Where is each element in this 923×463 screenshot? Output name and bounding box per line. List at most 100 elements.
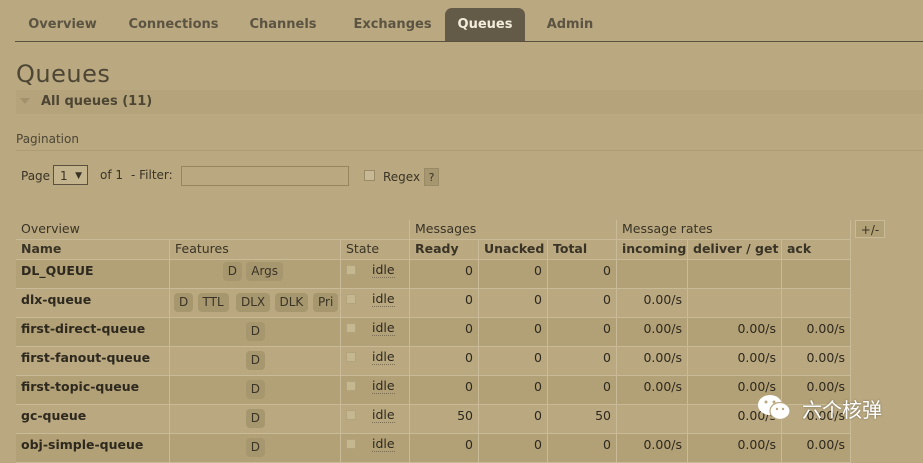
state-label: idle bbox=[372, 436, 395, 452]
dropdown-arrow-icon: ▼ bbox=[75, 171, 82, 181]
feature-badge[interactable]: Args bbox=[246, 262, 284, 281]
column-group-header: Messages bbox=[410, 220, 617, 240]
cell-incoming bbox=[617, 405, 688, 434]
feature-badge[interactable]: D bbox=[174, 293, 194, 312]
regex-label: Regex bbox=[383, 170, 421, 184]
cell-total: 0 bbox=[548, 347, 617, 376]
cell-incoming: 0.00/s bbox=[617, 289, 688, 318]
features-cell: D bbox=[170, 347, 341, 376]
feature-badge[interactable]: D bbox=[245, 409, 265, 428]
feature-badge[interactable]: DLX bbox=[236, 293, 271, 312]
state-indicator-icon bbox=[346, 352, 356, 362]
cell-ready: 0 bbox=[410, 318, 479, 347]
state-indicator-icon bbox=[346, 323, 356, 333]
cell-deliver bbox=[688, 260, 782, 289]
state-cell: idle bbox=[341, 376, 410, 405]
state-label: idle bbox=[372, 262, 395, 278]
cell-unacked: 0 bbox=[479, 376, 548, 405]
page-select-value: 1 bbox=[60, 169, 68, 183]
tab-connections[interactable]: Connections bbox=[121, 8, 226, 41]
cell-ready: 0 bbox=[410, 376, 479, 405]
feature-badge[interactable]: DLK bbox=[274, 293, 309, 312]
feature-badge[interactable]: D bbox=[245, 438, 265, 457]
queue-name-link[interactable]: first-fanout-queue bbox=[16, 347, 170, 376]
all-queues-section-header[interactable]: All queues (11) bbox=[16, 90, 923, 114]
feature-badge[interactable]: TTL bbox=[197, 293, 229, 312]
features-cell: D TTL DLX DLK Pri bbox=[170, 289, 341, 318]
queue-name-link[interactable]: dlx-queue bbox=[16, 289, 170, 318]
page-title: Queues bbox=[16, 60, 111, 88]
state-indicator-icon bbox=[346, 381, 356, 391]
queue-name-link[interactable]: first-topic-queue bbox=[16, 376, 170, 405]
cell-unacked: 0 bbox=[479, 347, 548, 376]
column-header-1[interactable]: Features bbox=[170, 240, 341, 260]
filter-label: - Filter: bbox=[131, 168, 173, 182]
features-cell: D bbox=[170, 376, 341, 405]
pagination-label: Pagination bbox=[16, 132, 79, 146]
tab-queues[interactable]: Queues bbox=[445, 8, 525, 41]
columns-toggle-button[interactable]: +/- bbox=[855, 220, 885, 238]
column-header-3[interactable]: Ready bbox=[410, 240, 479, 260]
column-header-2[interactable]: State bbox=[341, 240, 410, 260]
section-label: All queues (11) bbox=[41, 94, 153, 109]
column-header-0[interactable]: Name bbox=[16, 240, 170, 260]
column-header-6[interactable]: incoming bbox=[617, 240, 688, 260]
cell-ready: 0 bbox=[410, 289, 479, 318]
state-label: idle bbox=[372, 407, 395, 423]
cell-ready: 0 bbox=[410, 347, 479, 376]
column-group-header: Overview bbox=[16, 220, 410, 240]
cell-deliver bbox=[688, 289, 782, 318]
cell-incoming bbox=[617, 260, 688, 289]
features-cell: D bbox=[170, 405, 341, 434]
cell-unacked: 0 bbox=[479, 260, 548, 289]
cell-ack bbox=[782, 260, 851, 289]
cell-ack bbox=[782, 289, 851, 318]
state-label: idle bbox=[372, 349, 395, 365]
cell-total: 0 bbox=[548, 260, 617, 289]
of-pages-label: of 1 bbox=[100, 168, 124, 182]
collapse-triangle-icon[interactable] bbox=[20, 98, 30, 104]
cell-incoming: 0.00/s bbox=[617, 376, 688, 405]
state-cell: idle bbox=[341, 318, 410, 347]
cell-deliver: 0.00/s bbox=[688, 347, 782, 376]
cell-unacked: 0 bbox=[479, 405, 548, 434]
tab-channels[interactable]: Channels bbox=[239, 8, 327, 41]
tab-exchanges[interactable]: Exchanges bbox=[340, 8, 445, 41]
cell-unacked: 0 bbox=[479, 289, 548, 318]
queue-name-link[interactable]: first-direct-queue bbox=[16, 318, 170, 347]
queue-name-link[interactable]: gc-queue bbox=[16, 405, 170, 434]
cell-deliver: 0.00/s bbox=[688, 318, 782, 347]
features-cell: D Args bbox=[170, 260, 341, 289]
column-group-header: Message rates bbox=[617, 220, 851, 240]
tab-overview[interactable]: Overview bbox=[15, 8, 110, 41]
state-indicator-icon bbox=[346, 439, 356, 449]
column-header-8[interactable]: ack bbox=[782, 240, 851, 260]
feature-badge[interactable]: D bbox=[222, 262, 242, 281]
state-cell: idle bbox=[341, 289, 410, 318]
feature-badge[interactable]: D bbox=[245, 322, 265, 341]
state-label: idle bbox=[372, 378, 395, 394]
tab-admin[interactable]: Admin bbox=[535, 8, 605, 41]
page-label: Page bbox=[21, 169, 51, 183]
feature-badge[interactable]: D bbox=[245, 351, 265, 370]
queue-name-link[interactable]: DL_QUEUE bbox=[16, 260, 170, 289]
filter-input[interactable] bbox=[181, 166, 349, 186]
state-cell: idle bbox=[341, 260, 410, 289]
cell-incoming: 0.00/s bbox=[617, 347, 688, 376]
state-cell: idle bbox=[341, 347, 410, 376]
column-header-4[interactable]: Unacked bbox=[479, 240, 548, 260]
features-cell: D bbox=[170, 318, 341, 347]
state-indicator-icon bbox=[346, 410, 356, 420]
feature-badge[interactable]: D bbox=[245, 380, 265, 399]
help-button[interactable]: ? bbox=[424, 168, 439, 186]
wechat-icon bbox=[758, 395, 791, 421]
column-header-5[interactable]: Total bbox=[548, 240, 617, 260]
cell-ack: 0.00/s bbox=[782, 347, 851, 376]
cell-ack: 0.00/s bbox=[782, 318, 851, 347]
watermark-text: 六个核弹 bbox=[802, 398, 882, 422]
column-header-7[interactable]: deliver / get bbox=[688, 240, 782, 260]
regex-checkbox[interactable] bbox=[364, 170, 375, 181]
page-select[interactable]: 1 ▼ bbox=[53, 165, 88, 185]
state-cell: idle bbox=[341, 405, 410, 434]
feature-badge[interactable]: Pri bbox=[313, 293, 339, 312]
